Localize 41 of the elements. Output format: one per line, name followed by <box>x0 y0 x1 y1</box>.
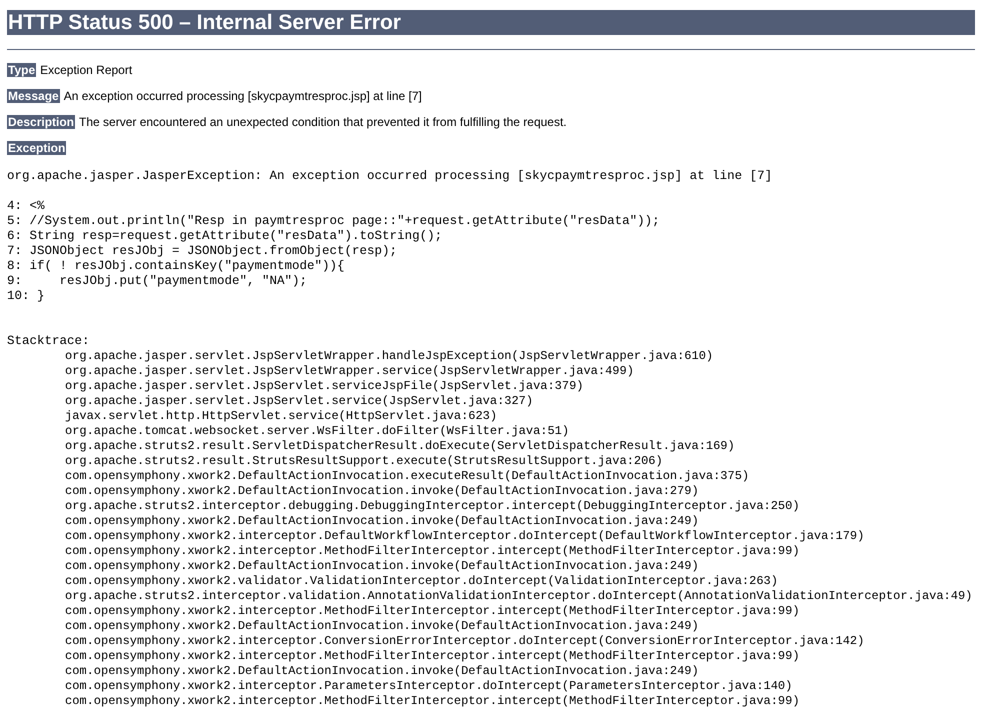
code-line: 7: JSONObject resJObj = JSONObject.fromObject(resp); <box>7 244 398 259</box>
stacktrace-line: org.apache.tomcat.websocket.server.WsFilter.doFilter(WsFilter.java:51) <box>65 424 570 439</box>
stacktrace-line: com.opensymphony.xwork2.interceptor.DefaultWorkflowInterceptor.doIntercept(DefaultWorkflowInterceptor.java:179) <box>65 529 864 544</box>
stacktrace-line: com.opensymphony.xwork2.interceptor.MethodFilterInterceptor.intercept(MethodFilterInterceptor.java:99) <box>65 604 800 619</box>
stacktrace-line: javax.servlet.http.HttpServlet.service(HttpServlet.java:623) <box>65 409 498 424</box>
field-value: Exception Report <box>40 63 132 77</box>
code-line: 8: if( ! resJObj.containsKey("paymentmode")){ <box>7 259 345 274</box>
stacktrace-line: com.opensymphony.xwork2.interceptor.ConversionErrorInterceptor.doIntercept(ConversionErrorInterceptor.java:142) <box>65 634 864 649</box>
stacktrace-line: org.apache.struts2.interceptor.validation.AnnotationValidationInterceptor.doIntercept(AnnotationValidationInterceptor.java:49) <box>65 589 972 604</box>
stacktrace-line: com.opensymphony.xwork2.validator.ValidationInterceptor.doIntercept(ValidationInterceptor.java:263) <box>65 574 778 589</box>
stacktrace-line: org.apache.struts2.result.ServletDispatcherResult.doExecute(ServletDispatcherResult.java:169) <box>65 439 735 454</box>
stacktrace-line: com.opensymphony.xwork2.interceptor.MethodFilterInterceptor.intercept(MethodFilterInterceptor.java:99) <box>65 544 800 559</box>
field-label: Type <box>7 63 36 77</box>
code-line: 6: String resp=request.getAttribute("resData").toString(); <box>7 229 442 244</box>
stacktrace-line: org.apache.struts2.interceptor.debugging.DebuggingInterceptor.intercept(DebuggingInterceptor.java:250) <box>65 499 800 514</box>
field-label: Message <box>7 89 60 103</box>
stacktrace-line: com.opensymphony.xwork2.DefaultActionInvocation.invoke(DefaultActionInvocation.java:249) <box>65 559 699 574</box>
code-line: 9: resJObj.put("paymentmode", "NA"); <box>7 274 308 289</box>
stacktrace-line: com.opensymphony.xwork2.DefaultActionInvocation.invoke(DefaultActionInvocation.java:249) <box>65 514 699 529</box>
code-line: 10: } <box>7 289 45 304</box>
page-title: HTTP Status 500 – Internal Server Error <box>7 10 975 35</box>
stacktrace-line: com.opensymphony.xwork2.DefaultActionInvocation.invoke(DefaultActionInvocation.java:279) <box>65 484 699 499</box>
stacktrace-line: com.opensymphony.xwork2.interceptor.ParametersInterceptor.doIntercept(ParametersInterceptor.java:140) <box>65 679 792 694</box>
stacktrace-line: org.apache.jasper.servlet.JspServletWrapper.handleJspException(JspServletWrapper.java:610) <box>65 349 714 364</box>
stacktrace-line: com.opensymphony.xwork2.interceptor.MethodFilterInterceptor.intercept(MethodFilterInterceptor.java:99) <box>65 649 800 664</box>
exception-message: org.apache.jasper.JasperException: An exception occurred processing [skycpaymtresproc.jsp] at line [7] <box>7 169 774 184</box>
stacktrace-line: com.opensymphony.xwork2.DefaultActionInvocation.invoke(DefaultActionInvocation.java:249) <box>65 664 699 679</box>
stacktrace-line: com.opensymphony.xwork2.interceptor.MethodFilterInterceptor.intercept(MethodFilterInterceptor.java:99) <box>65 694 800 709</box>
field-value: An exception occurred processing [skycpaymtresproc.jsp] at line [7] <box>64 89 422 103</box>
section-label: Exception <box>7 141 66 155</box>
stacktrace-line: org.apache.jasper.servlet.JspServlet.service(JspServlet.java:327) <box>65 394 534 409</box>
stacktrace-line: com.opensymphony.xwork2.DefaultActionInvocation.executeResult(DefaultActionInvocation.java:375) <box>65 469 750 484</box>
stacktrace-line: org.apache.struts2.result.StrutsResultSupport.execute(StrutsResultSupport.java:206) <box>65 454 663 469</box>
stacktrace-line: com.opensymphony.xwork2.DefaultActionInvocation.invoke(DefaultActionInvocation.java:249) <box>65 619 699 634</box>
stacktrace-line: org.apache.jasper.servlet.JspServlet.serviceJspFile(JspServlet.java:379) <box>65 379 584 394</box>
field-label: Description <box>7 115 76 129</box>
code-line: 5: //System.out.println("Resp in paymtresproc page::"+request.getAttribute("resData")); <box>7 214 660 229</box>
stacktrace-label: Stacktrace: <box>7 334 90 349</box>
stacktrace-line: org.apache.jasper.servlet.JspServletWrapper.service(JspServletWrapper.java:499) <box>65 364 634 379</box>
code-line: 4: <% <box>7 199 45 214</box>
field-value: The server encountered an unexpected condition that prevented it from fulfilling the request. <box>79 115 567 129</box>
